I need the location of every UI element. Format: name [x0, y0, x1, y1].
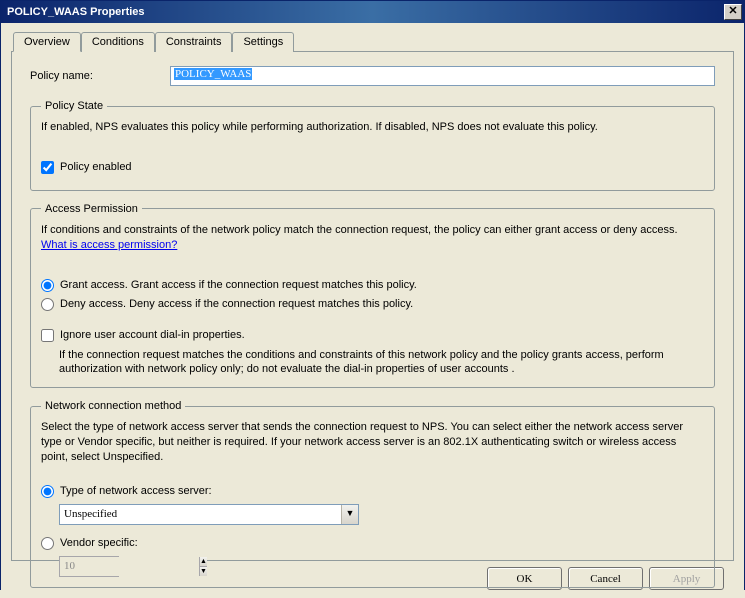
- access-permission-desc-text: If conditions and constraints of the net…: [41, 224, 678, 236]
- nas-type-value: Unspecified: [64, 508, 117, 520]
- grant-access-label: Grant access. Grant access if the connec…: [60, 279, 417, 291]
- policy-state-legend: Policy State: [41, 100, 107, 112]
- properties-window: POLICY_WAAS Properties ✕ Overview Condit…: [0, 0, 745, 590]
- network-method-legend: Network connection method: [41, 400, 185, 412]
- deny-access-label: Deny access. Deny access if the connecti…: [60, 298, 413, 310]
- nas-type-select[interactable]: Unspecified ▼: [59, 504, 359, 525]
- tab-conditions[interactable]: Conditions: [81, 32, 155, 52]
- policy-name-input[interactable]: POLICY_WAAS: [170, 66, 715, 86]
- content-area: Overview Conditions Constraints Settings…: [1, 23, 744, 598]
- network-method-desc: Select the type of network access server…: [41, 420, 704, 465]
- policy-enabled-checkbox[interactable]: [41, 161, 54, 174]
- close-icon[interactable]: ✕: [724, 4, 742, 20]
- deny-access-radio[interactable]: [41, 298, 54, 311]
- vendor-specific-label: Vendor specific:: [60, 537, 138, 549]
- spinner-up-icon[interactable]: ▲: [200, 557, 207, 567]
- access-permission-legend: Access Permission: [41, 203, 142, 215]
- access-permission-group: Access Permission If conditions and cons…: [30, 203, 715, 388]
- vendor-specific-row: Vendor specific:: [41, 537, 704, 550]
- vendor-specific-radio[interactable]: [41, 537, 54, 550]
- tab-panel-overview: Policy name: POLICY_WAAS Policy State If…: [11, 51, 734, 561]
- tabstrip: Overview Conditions Constraints Settings: [13, 31, 734, 51]
- ignore-dialin-checkbox[interactable]: [41, 329, 54, 342]
- ignore-dialin-desc: If the connection request matches the co…: [59, 348, 704, 378]
- chevron-down-icon: ▼: [341, 505, 358, 524]
- tab-overview[interactable]: Overview: [13, 32, 81, 52]
- titlebar: POLICY_WAAS Properties ✕: [1, 1, 744, 23]
- nas-type-label: Type of network access server:: [60, 485, 212, 497]
- tab-constraints[interactable]: Constraints: [155, 32, 233, 52]
- window-title: POLICY_WAAS Properties: [7, 6, 145, 18]
- grant-access-row: Grant access. Grant access if the connec…: [41, 279, 704, 292]
- ignore-dialin-row: Ignore user account dial-in properties.: [41, 329, 704, 342]
- policy-state-desc: If enabled, NPS evaluates this policy wh…: [41, 120, 704, 135]
- network-method-group: Network connection method Select the typ…: [30, 400, 715, 588]
- spinner-buttons: ▲ ▼: [199, 557, 207, 576]
- policy-state-group: Policy State If enabled, NPS evaluates t…: [30, 100, 715, 191]
- tab-settings[interactable]: Settings: [232, 32, 294, 52]
- grant-access-radio[interactable]: [41, 279, 54, 292]
- policy-name-value: POLICY_WAAS: [174, 68, 252, 80]
- policy-enabled-row: Policy enabled: [41, 161, 704, 174]
- ignore-dialin-label: Ignore user account dial-in properties.: [60, 329, 245, 341]
- policy-name-label: Policy name:: [30, 70, 170, 82]
- access-permission-link[interactable]: What is access permission?: [41, 239, 177, 251]
- access-permission-desc: If conditions and constraints of the net…: [41, 223, 704, 253]
- nas-type-row: Type of network access server:: [41, 485, 704, 498]
- policy-name-row: Policy name: POLICY_WAAS: [30, 66, 715, 86]
- nas-type-radio[interactable]: [41, 485, 54, 498]
- deny-access-row: Deny access. Deny access if the connecti…: [41, 298, 704, 311]
- spinner-down-icon[interactable]: ▼: [200, 567, 207, 576]
- policy-enabled-label: Policy enabled: [60, 161, 132, 173]
- vendor-specific-input: [60, 557, 199, 576]
- vendor-specific-spinner[interactable]: ▲ ▼: [59, 556, 119, 577]
